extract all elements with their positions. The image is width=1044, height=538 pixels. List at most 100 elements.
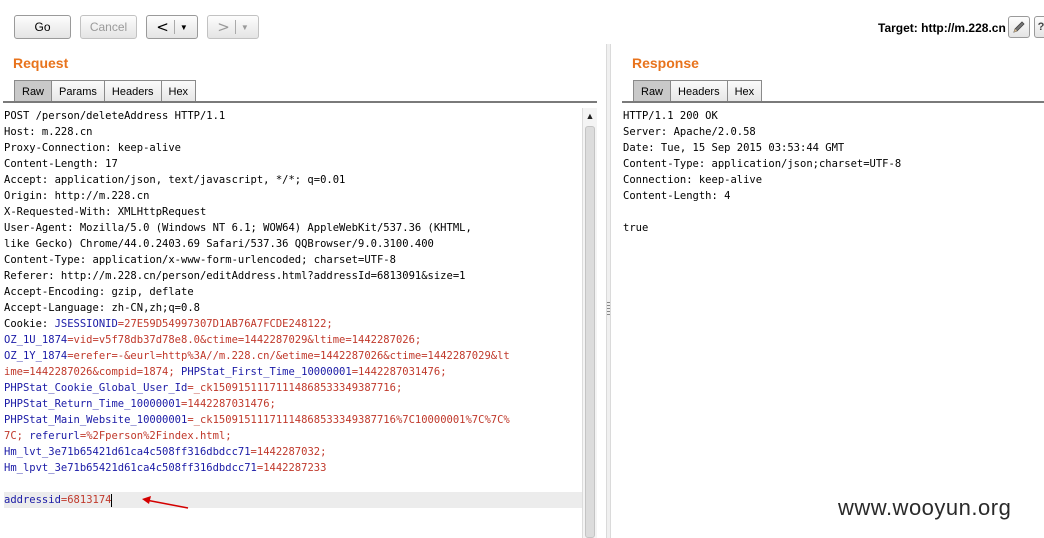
param-name: PHPStat_Return_Time_10000001 [4,398,182,410]
param-name: Hm_lvt_3e71b65421d61ca4c508ff316dbdcc71 [4,446,251,458]
request-line: POST /person/deleteAddress HTTP/1.1 [4,108,582,124]
request-line: X-Requested-With: XMLHttpRequest [4,204,582,220]
back-button[interactable]: < ▼ [146,15,198,39]
param-value: =%2Fperson%2Findex.html; [79,430,232,442]
line-text: Origin: http://m.228.cn [4,190,150,202]
request-line: Hm_lpvt_3e71b65421d61ca4c508ff316dbdcc71… [4,460,582,476]
param-name: OZ_1U_1874 [4,334,68,346]
target-label: Target: http://m.228.cn [878,21,1006,35]
request-line: PHPStat_Return_Time_10000001=14422870314… [4,396,582,412]
request-title: Request [13,55,69,71]
response-editor[interactable]: HTTP/1.1 200 OK Server: Apache/2.0.58 Date… [623,108,1041,538]
go-button[interactable]: Go [14,15,71,39]
scroll-thumb[interactable] [585,126,595,538]
request-line: Accept-Language: zh-CN,zh;q=0.8 [4,300,582,316]
param-value: ime=1442287026&compid=1874; [4,366,182,378]
line-text: Host: m.228.cn [4,126,93,138]
response-line: Content-Length: 4 [623,190,731,202]
button-separator [173,20,175,34]
param-value: =6813174 [60,494,112,506]
param-name: PHPStat_Main_Website_10000001 [4,414,188,426]
param-value: =1442287233 [256,462,327,474]
toolbar: Go Cancel < ▼ > ▼ Target: http://m.228.c… [0,0,1044,44]
request-line: Content-Type: application/x-www-form-url… [4,252,582,268]
tab-request-headers[interactable]: Headers [103,80,162,102]
line-text: POST /person/deleteAddress HTTP/1.1 [4,110,226,122]
request-line: addressid=6813174 [4,492,582,508]
request-scrollbar[interactable]: ▲ [582,108,597,538]
line-text: Accept: application/json, text/javascrip… [4,174,346,186]
pencil-icon [1013,21,1025,33]
response-line: Date: Tue, 15 Sep 2015 03:53:44 GMT [623,142,845,154]
request-line: OZ_1U_1874=vid=v5f78db37d78e8.0&ctime=14… [4,332,582,348]
watermark: www.wooyun.org [838,495,1012,520]
forward-button[interactable]: > ▼ [207,15,259,39]
line-text: Content-Length: 17 [4,158,118,170]
line-text: X-Requested-With: XMLHttpRequest [4,206,207,218]
response-line: HTTP/1.1 200 OK [623,110,718,122]
tab-underline [622,101,1044,103]
text-caret [111,493,113,507]
param-value: =vid=v5f78db37d78e8.0&ctime=1442287029&l… [67,334,422,346]
dropdown-arrow-icon[interactable]: ▼ [180,23,188,32]
request-line: Hm_lvt_3e71b65421d61ca4c508ff316dbdcc71=… [4,444,582,460]
param-value: =_ck15091511171114868533349387716%7C1000… [187,414,510,426]
line-text: Accept-Encoding: gzip, deflate [4,286,194,298]
tab-request-params[interactable]: Params [51,80,105,102]
request-line: Proxy-Connection: keep-alive [4,140,582,156]
request-line: Accept-Encoding: gzip, deflate [4,284,582,300]
request-line: 7C; referurl=%2Fperson%2Findex.html; [4,428,582,444]
line-text: User-Agent: Mozilla/5.0 (Windows NT 6.1;… [4,222,472,234]
line-text: Content-Type: application/x-www-form-url… [4,254,396,266]
tab-underline [3,101,597,103]
param-value: =1442287031476; [351,366,447,378]
request-line: PHPStat_Cookie_Global_User_Id=_ck1509151… [4,380,582,396]
request-line: Accept: application/json, text/javascrip… [4,172,582,188]
request-line: User-Agent: Mozilla/5.0 (Windows NT 6.1;… [4,220,582,236]
param-name: JSESSIONID [54,318,118,330]
request-line: Cookie: JSESSIONID=27E59D54997307D1AB76A… [4,316,582,332]
tab-response-raw[interactable]: Raw [633,80,672,102]
request-line: like Gecko) Chrome/44.0.2403.69 Safari/5… [4,236,582,252]
tab-response-headers[interactable]: Headers [670,80,728,102]
dropdown-arrow-icon[interactable]: ▼ [241,23,249,32]
split-divider[interactable] [606,44,611,538]
tab-request-hex[interactable]: Hex [160,80,197,102]
param-value: =1442287032; [250,446,327,458]
param-name: PHPStat_First_Time_10000001 [181,366,352,378]
param-value: =erefer=-&eurl=http%3A//m.228.cn/&etime=… [67,350,510,362]
response-title: Response [632,55,699,71]
forward-arrow-icon: > [217,18,230,36]
scroll-up-icon[interactable]: ▲ [583,108,597,124]
edit-target-button[interactable] [1008,16,1030,38]
divider-grip-icon[interactable] [607,302,610,316]
question-icon: ? [1037,21,1044,33]
button-separator [234,20,236,34]
param-name: Hm_lpvt_3e71b65421d61ca4c508ff316dbdcc71 [4,462,257,474]
param-value: 7C; [4,430,30,442]
tab-request-raw[interactable]: Raw [14,80,53,102]
param-value: =_ck15091511171114868533349387716; [187,382,403,394]
param-name: PHPStat_Cookie_Global_User_Id [4,382,188,394]
line-text: Proxy-Connection: keep-alive [4,142,182,154]
request-line: PHPStat_Main_Website_10000001=_ck1509151… [4,412,582,428]
response-line [623,204,1041,220]
response-tabs: Raw Headers Hex [633,80,763,102]
param-name: referurl [29,430,80,442]
request-line: Referer: http://m.228.cn/person/editAddr… [4,268,582,284]
cancel-button[interactable]: Cancel [80,15,137,39]
request-editor[interactable]: POST /person/deleteAddress HTTP/1.1 Host:… [4,108,582,538]
response-line: Content-Type: application/json;charset=U… [623,158,902,170]
request-line: OZ_1Y_1874=erefer=-&eurl=http%3A//m.228.… [4,348,582,364]
param-name: addressid [4,494,61,506]
tab-response-hex[interactable]: Hex [726,80,763,102]
request-tabs: Raw Params Headers Hex [14,80,197,102]
request-line [4,476,582,492]
back-arrow-icon: < [156,18,169,36]
response-line: Server: Apache/2.0.58 [623,126,756,138]
help-button[interactable]: ? [1034,16,1044,38]
request-line: Origin: http://m.228.cn [4,188,582,204]
request-line: Content-Length: 17 [4,156,582,172]
param-value: =27E59D54997307D1AB76A7FCDE248122; [117,318,333,330]
response-line: true [623,222,649,234]
